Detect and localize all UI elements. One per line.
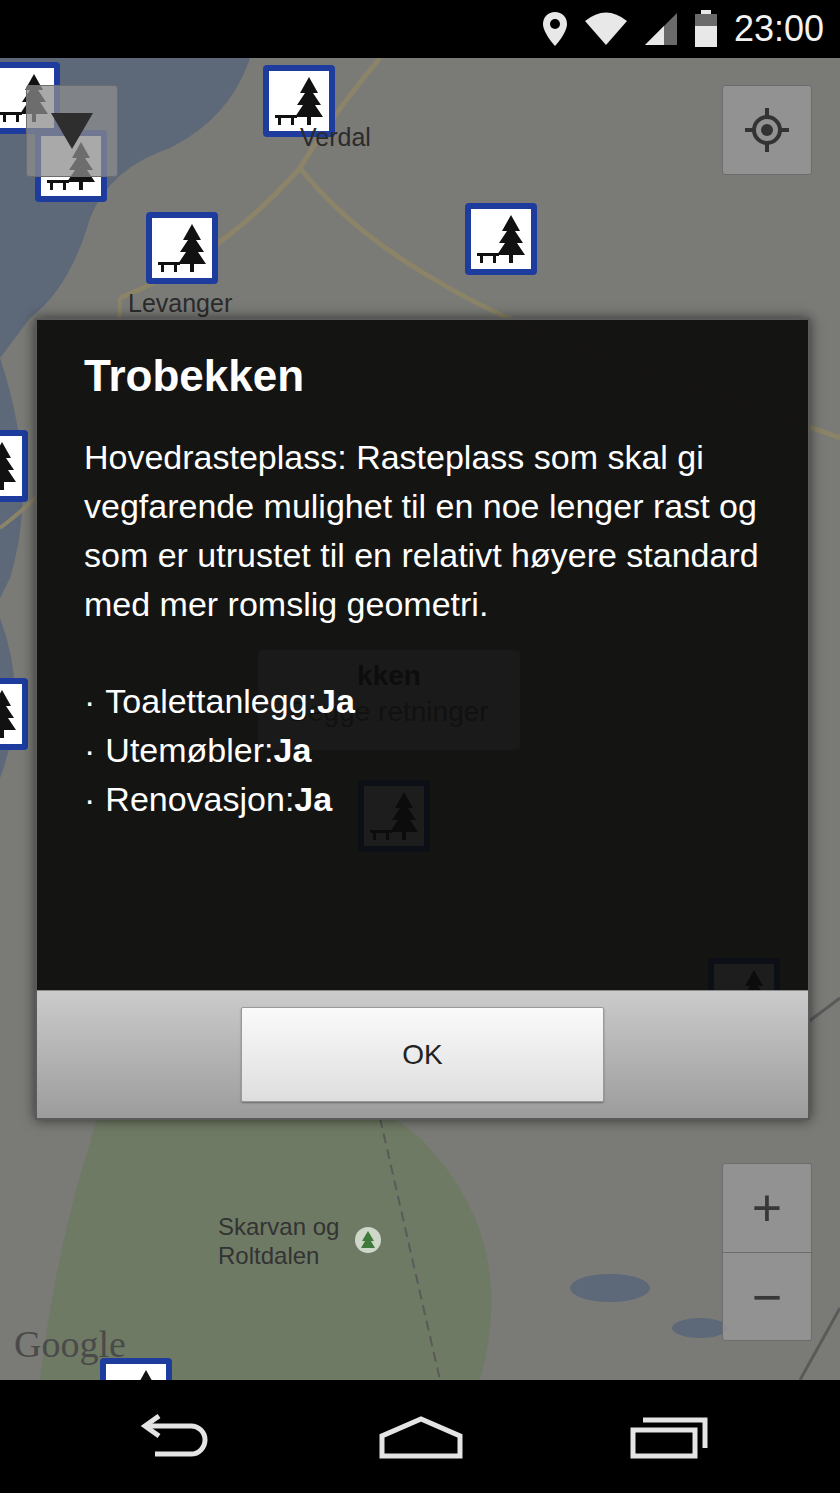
battery-icon xyxy=(694,10,718,48)
map-attribution: Google xyxy=(14,1316,126,1373)
navigation-bar xyxy=(0,1380,840,1493)
facility-label: Toalettanlegg: xyxy=(105,682,317,720)
bullet: · xyxy=(84,780,95,818)
rest-area-pin-icon[interactable] xyxy=(0,678,28,750)
wifi-icon xyxy=(584,12,628,46)
facility-row: · Utemøbler:Ja xyxy=(84,726,761,775)
rest-area-pin-icon[interactable] xyxy=(465,203,537,275)
map[interactable]: VerdalLevangerSkarvan og Roltdalen kken … xyxy=(0,58,840,1380)
recents-icon[interactable] xyxy=(629,1414,709,1460)
rest-area-pin-icon[interactable] xyxy=(146,212,218,284)
place-label: Levanger xyxy=(128,288,232,318)
signal-icon xyxy=(644,12,678,46)
zoom-out-button[interactable]: − xyxy=(723,1252,811,1340)
facility-value: Ja xyxy=(294,780,332,818)
facility-row: · Renovasjon:Ja xyxy=(84,775,761,824)
zoom-in-button[interactable]: + xyxy=(723,1164,811,1252)
rest-area-pin-icon[interactable] xyxy=(0,430,28,502)
filter-icon xyxy=(49,111,95,151)
facility-label: Utemøbler: xyxy=(105,731,273,769)
locate-button[interactable] xyxy=(722,85,812,175)
location-icon xyxy=(542,11,568,47)
bullet: · xyxy=(84,731,95,769)
filter-button[interactable] xyxy=(26,85,118,177)
park-icon xyxy=(354,1226,382,1254)
dialog-title: Trobekken xyxy=(84,348,761,403)
place-label: Skarvan og Roltdalen xyxy=(218,1213,350,1271)
rest-area-dialog: Trobekken Hovedrasteplass: Rasteplass so… xyxy=(35,318,810,1120)
crosshair-icon xyxy=(743,106,791,154)
clock: 23:00 xyxy=(734,11,824,47)
facility-label: Renovasjon: xyxy=(105,780,294,818)
button-bar: OK xyxy=(37,990,808,1118)
facility-row: · Toalettanlegg:Ja xyxy=(84,677,761,726)
bullet: · xyxy=(84,682,95,720)
status-bar: 23:00 xyxy=(0,0,840,58)
dialog-description: Hovedrasteplass: Rasteplass som skal gi … xyxy=(84,433,761,629)
home-icon[interactable] xyxy=(378,1414,464,1460)
facility-value: Ja xyxy=(273,731,311,769)
ok-button[interactable]: OK xyxy=(241,1007,604,1102)
place-label: Verdal xyxy=(300,122,371,152)
zoom-control: + − xyxy=(722,1163,812,1341)
facility-list: ·Toalettanlegg:Ja·Utemøbler:Ja·Renovasjo… xyxy=(84,677,761,824)
back-icon[interactable] xyxy=(131,1414,213,1460)
facility-value: Ja xyxy=(317,682,355,720)
